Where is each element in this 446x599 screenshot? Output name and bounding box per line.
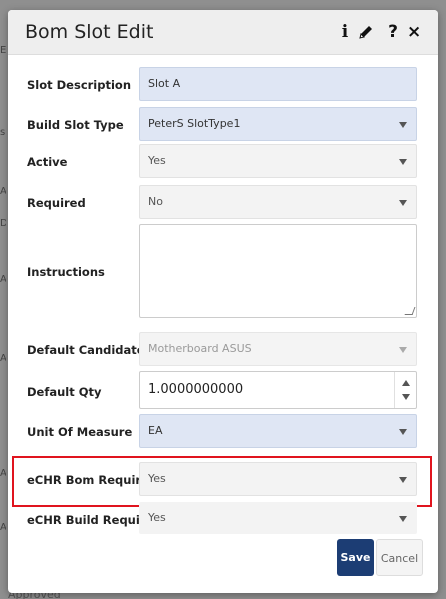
chevron-down-icon — [399, 429, 407, 435]
background-text-fragment: A — [0, 186, 6, 197]
slot-description-input[interactable]: Slot A — [139, 67, 417, 101]
quantity-stepper[interactable] — [394, 372, 416, 408]
chevron-down-icon — [399, 122, 407, 128]
unit-of-measure-value: EA — [148, 424, 163, 437]
chevron-down-icon — [399, 516, 407, 522]
echr-bom-required-label: eCHR Bom Required — [27, 473, 158, 487]
bom-slot-edit-modal: Bom Slot Edit i ? × Slot Description Slo… — [8, 10, 438, 593]
chevron-down-icon — [399, 347, 407, 353]
active-select[interactable]: Yes — [139, 144, 417, 178]
info-icon[interactable]: i — [338, 22, 352, 42]
save-button[interactable]: Save — [337, 539, 374, 576]
background-text-fragment: A — [0, 468, 6, 479]
required-select[interactable]: No — [139, 185, 417, 219]
echr-bom-required-value: Yes — [148, 472, 166, 485]
required-value: No — [148, 195, 163, 208]
increment-icon[interactable] — [402, 380, 410, 386]
unit-of-measure-label: Unit Of Measure — [27, 425, 133, 439]
default-qty-value: 1.0000000000 — [148, 382, 244, 397]
resize-handle-icon[interactable] — [404, 307, 416, 315]
default-candidate-value: Motherboard ASUS — [148, 342, 252, 355]
slot-description-label: Slot Description — [27, 78, 132, 92]
echr-build-required-value: Yes — [148, 511, 166, 524]
close-icon[interactable]: × — [407, 22, 421, 42]
default-candidate-label: Default Candidate — [27, 343, 145, 357]
decrement-icon[interactable] — [402, 394, 410, 400]
build-slot-type-label: Build Slot Type — [27, 118, 124, 132]
instructions-textarea[interactable] — [139, 224, 417, 318]
cancel-button[interactable]: Cancel — [376, 539, 423, 576]
background-text-fragment: E — [0, 45, 6, 56]
modal-header: Bom Slot Edit i ? × — [8, 10, 438, 55]
background-text-fragment: s — [0, 127, 6, 138]
help-icon[interactable]: ? — [386, 22, 400, 42]
chevron-down-icon — [399, 477, 407, 483]
build-slot-type-select[interactable]: PeterS SlotType1 — [139, 107, 417, 141]
background-text-fragment: A — [0, 522, 6, 533]
unit-of-measure-select[interactable]: EA — [139, 414, 417, 448]
build-slot-type-value: PeterS SlotType1 — [148, 117, 241, 130]
required-label: Required — [27, 196, 86, 210]
default-qty-input[interactable]: 1.0000000000 — [139, 371, 417, 409]
pencil-icon[interactable] — [357, 23, 377, 43]
instructions-label: Instructions — [27, 265, 105, 279]
default-qty-label: Default Qty — [27, 385, 102, 399]
default-candidate-select: Motherboard ASUS — [139, 332, 417, 366]
background-text-fragment: A — [0, 353, 6, 364]
echr-bom-required-select[interactable]: Yes — [139, 462, 417, 496]
echr-build-required-select[interactable]: Yes — [139, 502, 417, 534]
background-text-fragment: A — [0, 274, 6, 285]
chevron-down-icon — [399, 200, 407, 206]
modal-title: Bom Slot Edit — [25, 21, 154, 43]
chevron-down-icon — [399, 159, 407, 165]
active-label: Active — [27, 155, 68, 169]
active-value: Yes — [148, 154, 166, 167]
background-text-fragment: D — [0, 218, 6, 229]
